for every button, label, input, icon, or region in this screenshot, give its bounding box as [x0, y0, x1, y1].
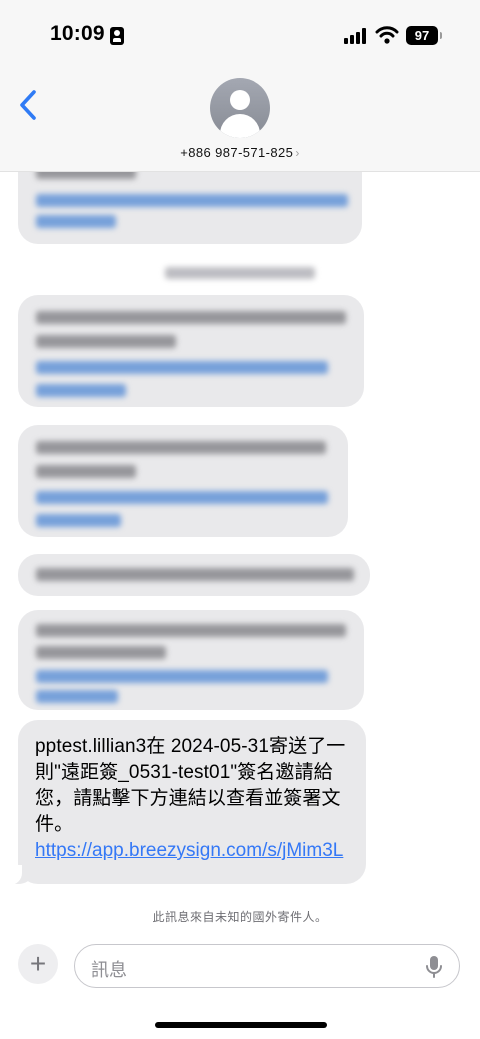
- status-time: 10:09: [50, 22, 105, 45]
- status-bar: 10:09 97: [0, 0, 480, 70]
- message-input-placeholder: 訊息: [91, 960, 127, 980]
- unknown-sender-notice: 此訊息來自未知的國外寄件人。: [152, 910, 328, 924]
- redacted-timestamp: [165, 267, 315, 279]
- chevron-right-icon: ›: [295, 146, 300, 160]
- home-indicator[interactable]: [155, 1022, 327, 1028]
- contact-card-icon: [110, 27, 124, 45]
- back-button[interactable]: [16, 88, 42, 122]
- message-text: pptest.lillian3在 2024-05-31寄送了一則"遠距簽_053…: [35, 736, 346, 835]
- message-input[interactable]: 訊息: [74, 944, 460, 988]
- add-attachment-button[interactable]: +: [18, 944, 58, 984]
- redacted-message-bubble: [18, 554, 370, 596]
- contact-avatar[interactable]: [210, 78, 270, 138]
- redacted-message-bubble: [18, 425, 348, 537]
- contact-name[interactable]: +886 987-571-825 ›: [0, 145, 480, 160]
- contact-number: +886 987-571-825: [180, 145, 294, 160]
- wifi-icon: [375, 26, 399, 44]
- battery-indicator: 97: [406, 26, 442, 45]
- redacted-message-bubble: [18, 295, 364, 407]
- message-list[interactable]: pptest.lillian3在 2024-05-31寄送了一則"遠距簽_053…: [0, 172, 480, 942]
- message-link[interactable]: https://app.breezysign.com/s/jMim3L: [35, 838, 350, 864]
- cellular-signal-icon: [344, 28, 368, 44]
- redacted-message-bubble: [18, 610, 364, 710]
- microphone-icon[interactable]: [425, 955, 443, 979]
- redacted-message-bubble: [18, 172, 362, 244]
- message-bubble[interactable]: pptest.lillian3在 2024-05-31寄送了一則"遠距簽_053…: [6, 720, 366, 885]
- plus-icon: +: [29, 948, 47, 979]
- chevron-left-icon: [20, 90, 36, 120]
